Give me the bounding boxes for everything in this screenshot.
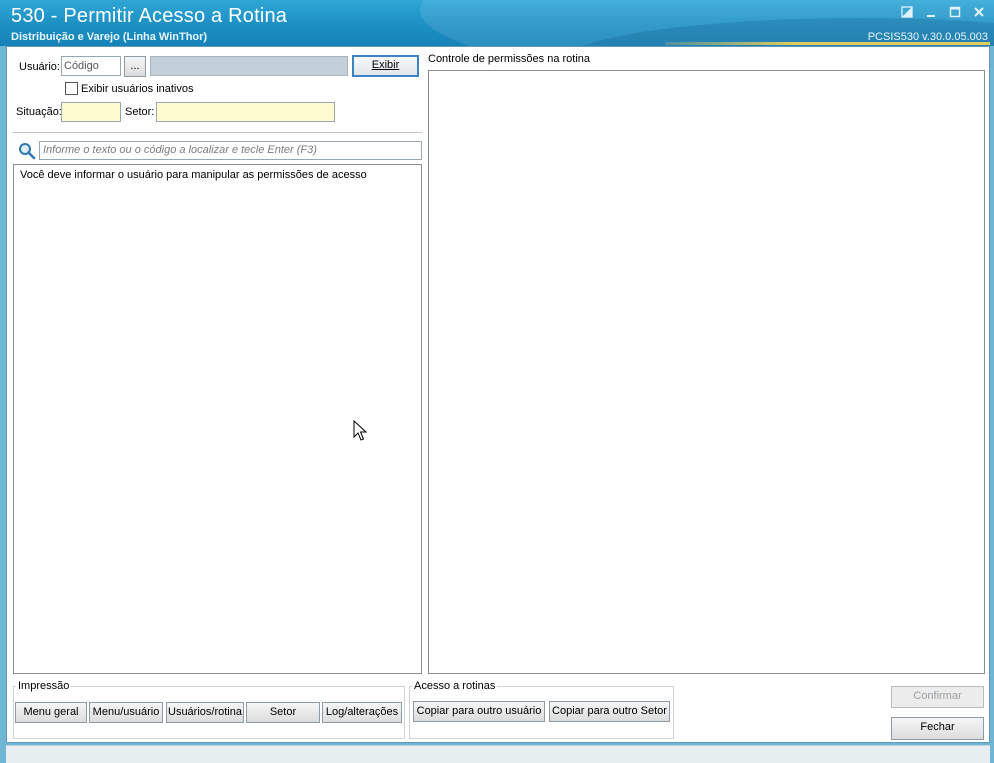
menu-geral-button[interactable]: Menu geral xyxy=(15,702,87,723)
usuarios-rotina-button[interactable]: Usuários/rotina xyxy=(166,702,244,723)
copiar-usuario-button[interactable]: Copiar para outro usuário xyxy=(413,701,545,722)
menu-usuario-button[interactable]: Menu/usuário xyxy=(89,702,163,723)
confirmar-button[interactable]: Confirmar xyxy=(891,686,984,708)
restore-icon[interactable] xyxy=(900,6,914,20)
copiar-setor-button[interactable]: Copiar para outro Setor xyxy=(549,701,670,722)
acesso-rotinas-group-title: Acesso a rotinas xyxy=(412,680,498,692)
search-icon xyxy=(18,142,36,160)
exibir-inativos-label: Exibir usuários inativos xyxy=(81,83,194,95)
usuario-code-input[interactable]: Código xyxy=(61,56,121,76)
rotinas-tree-panel[interactable]: Você deve informar o usuário para manipu… xyxy=(13,164,422,674)
search-input[interactable]: Informe o texto ou o código a localizar … xyxy=(39,141,422,160)
permissions-panel-title: Controle de permissões na rotina xyxy=(428,53,591,65)
mouse-cursor-icon xyxy=(353,419,368,445)
setor-input[interactable] xyxy=(156,102,335,122)
client-area: Usuário: Código ... Exibir Exibir usuári… xyxy=(6,46,990,743)
close-icon[interactable] xyxy=(972,6,986,20)
usuario-label: Usuário: xyxy=(19,61,60,73)
usuario-lookup-button[interactable]: ... xyxy=(124,56,146,77)
setor-label: Setor: xyxy=(125,106,155,118)
window-controls xyxy=(900,6,986,20)
empty-state-message: Você deve informar o usuário para manipu… xyxy=(20,169,367,181)
title-bar: 530 - Permitir Acesso a Rotina Distribui… xyxy=(0,0,994,46)
log-alteracoes-button[interactable]: Log/alterações xyxy=(322,702,402,723)
situacao-label: Situação: xyxy=(16,106,62,118)
usuario-name-field xyxy=(150,56,348,76)
exibir-inativos-checkbox[interactable] xyxy=(65,82,78,95)
setor-button[interactable]: Setor xyxy=(246,702,320,723)
maximize-icon[interactable] xyxy=(948,6,962,20)
impressao-group-title: Impressão xyxy=(16,680,72,692)
situacao-input[interactable] xyxy=(61,102,121,122)
title-accent-line xyxy=(665,42,990,45)
permissions-panel[interactable] xyxy=(428,70,985,674)
exibir-button[interactable]: Exibir xyxy=(352,55,419,77)
exibir-button-label: Exibir xyxy=(371,59,400,71)
separator xyxy=(13,132,422,133)
minimize-icon[interactable] xyxy=(924,6,938,20)
status-bar xyxy=(6,745,990,763)
window-subtitle: Distribuição e Varejo (Linha WinThor) xyxy=(11,31,208,43)
fechar-button[interactable]: Fechar xyxy=(891,717,984,740)
window-title: 530 - Permitir Acesso a Rotina xyxy=(11,5,288,27)
